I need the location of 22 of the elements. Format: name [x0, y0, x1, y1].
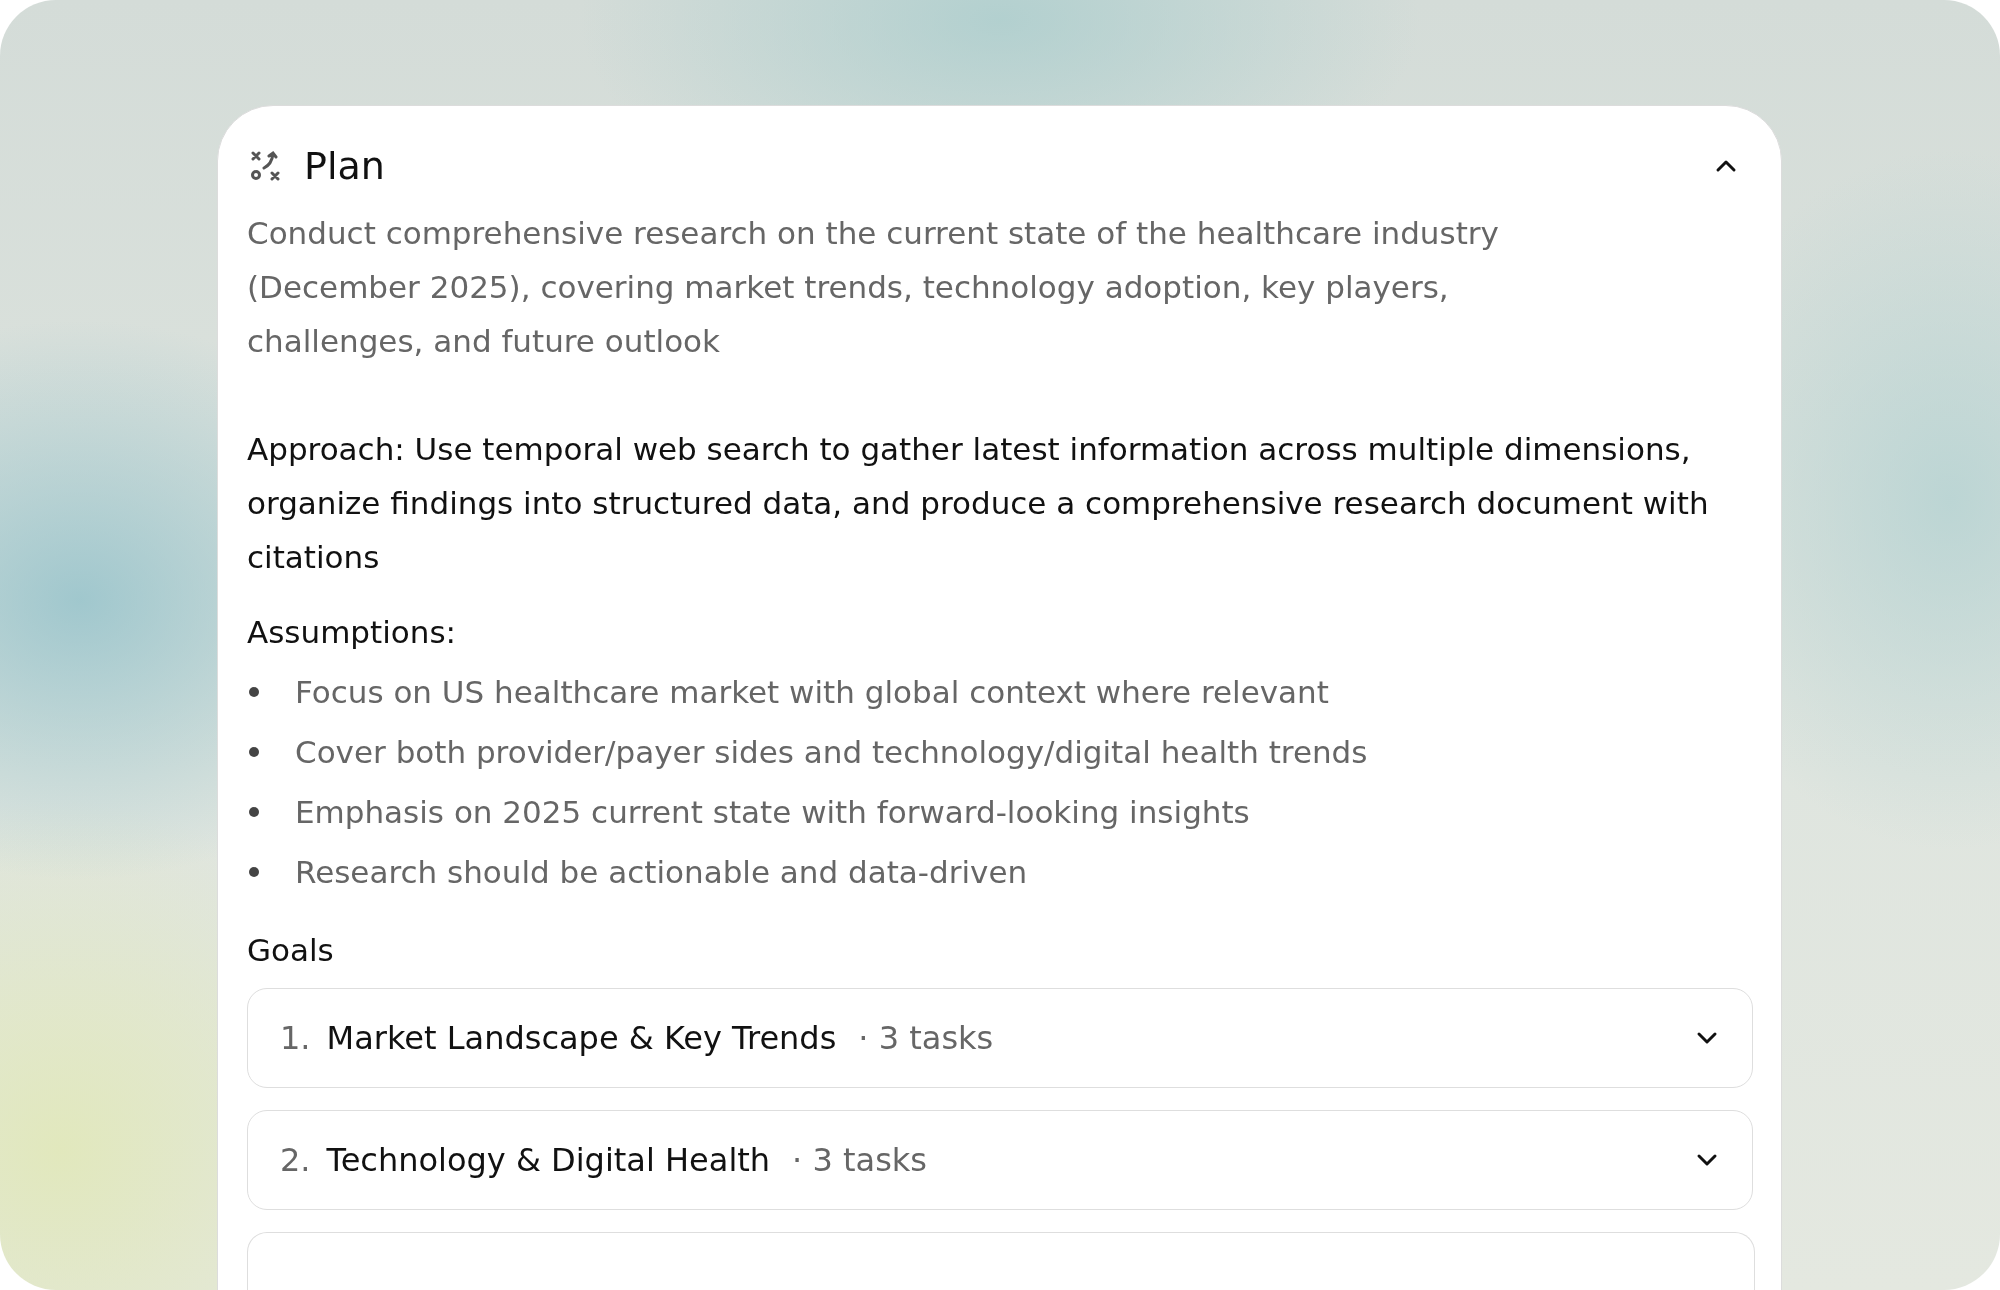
bullet-icon [249, 687, 259, 697]
goal-title: Technology & Digital Health [326, 1141, 771, 1179]
goals-heading: Goals [247, 932, 334, 968]
bullet-icon [249, 747, 259, 757]
goal-number: 1. [280, 1019, 311, 1057]
assumption-text: Emphasis on 2025 current state with forward-looking insights [295, 794, 1250, 830]
goal-number: 2. [280, 1141, 311, 1179]
caret-icon [1715, 159, 1737, 173]
plan-summary: Conduct comprehensive research on the current state of the healthcare industry (December 2025), covering market trends, technology adoption, key players, challenges, and future outlook [247, 214, 1500, 361]
approach-text: Approach: Use temporal web search to gather latest information across multiple dimensions, organize findings into structured data, and produce a comprehensive research document with citations [247, 430, 1710, 577]
bullet-icon [249, 807, 259, 817]
plan-title: Plan [304, 144, 386, 188]
task-count: · 3 tasks [858, 1019, 995, 1057]
goal-title: Market Landscape & Key Trends [326, 1019, 837, 1057]
assumption-text: Research should be actionable and data-driven [295, 854, 1028, 890]
task-count: · 3 tasks [792, 1141, 928, 1179]
goal-row[interactable]: 1. Market Landscape & Key Trends · 3 tasks [247, 988, 1753, 1088]
bullet-icon [249, 867, 259, 877]
assumptions-heading: Assumptions: [247, 614, 456, 650]
goal-row[interactable]: 2. Technology & Digital Health · 3 tasks [247, 1110, 1753, 1210]
assumption-text: Focus on US healthcare market with global context where relevant [295, 674, 1329, 710]
assumption-text: Cover both provider/payer sides and technology/digital health trends [295, 734, 1368, 770]
